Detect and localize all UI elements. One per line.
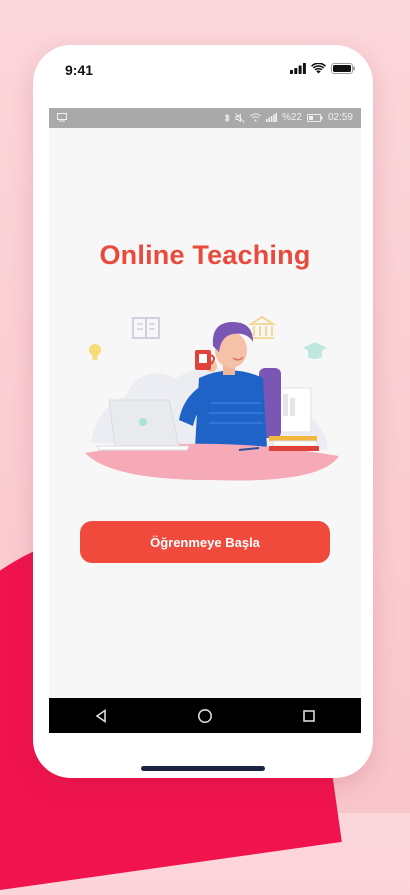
- wifi-icon: [311, 63, 326, 74]
- institution-icon: [247, 315, 277, 339]
- ios-time: 9:41: [65, 62, 94, 78]
- open-book-icon: [132, 317, 160, 339]
- bluetooth-icon: [224, 112, 230, 123]
- ios-status-bar: 9:41: [33, 45, 373, 95]
- android-status-bar: %22 02:59: [49, 108, 361, 128]
- home-indicator[interactable]: [141, 766, 265, 771]
- recents-icon[interactable]: [302, 709, 316, 723]
- page-title: Online Teaching: [99, 240, 311, 270]
- app-screen: %22 02:59 Online Teaching Öğrenmeye Başl…: [49, 108, 361, 733]
- android-nav-bar: [49, 698, 361, 733]
- android-signal-icon: [265, 113, 277, 122]
- android-wifi-icon: [250, 113, 261, 122]
- phone-frame: 9:41 %22 02:59 Online Teaching Öğrenmeye…: [33, 45, 373, 778]
- cellular-signal-icon: [290, 63, 306, 74]
- graduation-cap-icon: [303, 342, 327, 359]
- teacher-illustration: [85, 315, 339, 481]
- battery-icon: [331, 63, 355, 74]
- start-learning-button[interactable]: Öğrenmeye Başla: [80, 521, 330, 563]
- lightbulb-icon: [89, 344, 101, 360]
- android-battery-icon: [307, 113, 323, 122]
- battery-percent: %22: [281, 112, 302, 123]
- mute-icon: [235, 112, 245, 123]
- screen-notification-icon: [57, 113, 67, 122]
- android-time: 02:59: [327, 112, 353, 123]
- home-icon[interactable]: [197, 708, 213, 724]
- back-icon[interactable]: [94, 708, 108, 723]
